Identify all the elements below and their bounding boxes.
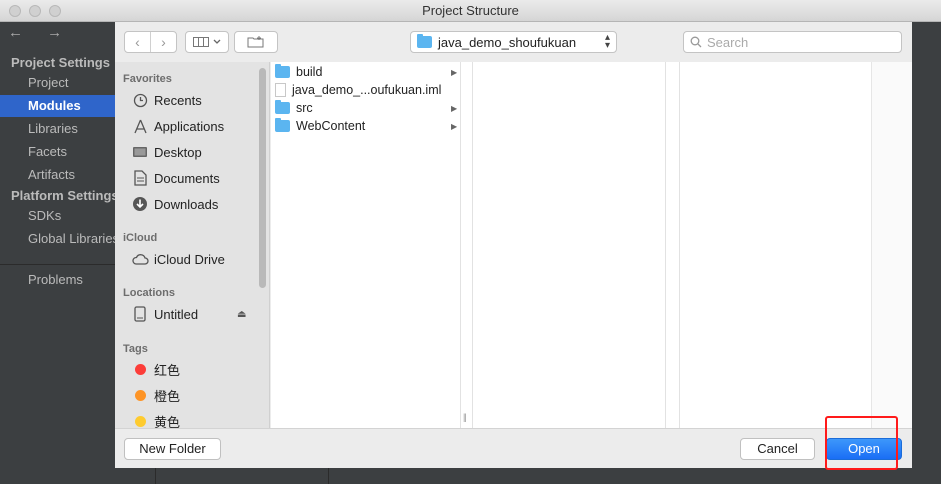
section-favorites: Favorites <box>123 73 172 85</box>
search-input[interactable] <box>707 34 887 50</box>
disk-icon <box>134 306 146 322</box>
dialog-toolbar: ‹ › java_demo_shoufukuan ▴ ▾ <box>115 22 912 62</box>
column-divider <box>472 62 473 428</box>
ide-item-problems[interactable]: Problems <box>0 269 115 291</box>
file-row-build[interactable]: build <box>275 63 322 81</box>
file-row-webcontent[interactable]: WebContent <box>275 117 365 135</box>
sidebar-item-downloads[interactable]: Downloads <box>131 193 218 215</box>
cloud-icon <box>131 254 149 265</box>
ide-item-project[interactable]: Project <box>0 72 115 94</box>
back-forward-control: ‹ › <box>124 31 177 53</box>
sidebar-item-applications[interactable]: Applications <box>131 115 224 137</box>
search-field[interactable] <box>683 31 902 53</box>
red-tag-dot-icon <box>135 363 146 375</box>
disclosure-arrow-icon: ▶ <box>451 68 458 77</box>
view-options-button[interactable] <box>185 31 229 53</box>
desktop-icon <box>133 146 147 157</box>
ide-divider <box>0 264 115 265</box>
sidebar-tag-yellow[interactable]: 黄色 <box>131 410 180 428</box>
disclosure-arrow-icon: ▶ <box>451 122 458 131</box>
section-locations: Locations <box>123 287 175 299</box>
file-row-src[interactable]: src <box>275 99 313 117</box>
updown-chevron-icon: ▴ ▾ <box>604 32 610 51</box>
applications-icon <box>133 119 147 133</box>
column-divider <box>460 62 461 428</box>
sidebar-item-desktop[interactable]: Desktop <box>131 141 202 163</box>
chevron-down-icon <box>213 39 221 44</box>
ide-background-bottom <box>115 468 912 484</box>
open-button-highlight-box <box>825 416 898 470</box>
ide-section-project-settings: Project Settings <box>11 55 110 70</box>
ide-nav-arrows[interactable]: ← → <box>8 24 72 41</box>
column-browser: build ▶ java_demo_...oufukuan.iml src ▶ … <box>271 62 912 428</box>
column-divider <box>665 62 666 428</box>
yellow-tag-dot-icon <box>135 415 146 427</box>
downloads-icon <box>133 197 147 211</box>
ide-item-facets[interactable]: Facets <box>0 141 115 163</box>
file-row-iml[interactable]: java_demo_...oufukuan.iml <box>275 81 441 99</box>
section-tags: Tags <box>123 343 148 355</box>
column-scroll-area <box>871 62 912 428</box>
new-folder-icon <box>247 36 264 48</box>
disclosure-arrow-icon: ▶ <box>451 104 458 113</box>
folder-icon <box>275 64 290 78</box>
new-folder-button[interactable]: New Folder <box>124 438 221 460</box>
sidebar-item-icloud-drive[interactable]: iCloud Drive <box>131 248 225 270</box>
current-folder-popup[interactable]: java_demo_shoufukuan ▴ ▾ <box>410 31 617 53</box>
ide-item-sdks[interactable]: SDKs <box>0 205 115 227</box>
window-titlebar: Project Structure <box>0 0 941 22</box>
current-folder-label: java_demo_shoufukuan <box>438 34 577 50</box>
sidebar-tag-orange[interactable]: 橙色 <box>131 384 180 406</box>
column-view-icon <box>193 37 209 47</box>
documents-icon <box>133 170 147 186</box>
folder-icon <box>417 34 432 48</box>
ide-item-modules[interactable]: Modules <box>0 95 115 117</box>
search-icon <box>690 36 702 48</box>
folder-icon <box>275 118 290 132</box>
dialog-bottom-bar: New Folder Cancel Open <box>115 428 912 468</box>
ide-project-structure-sidebar: ← → Project Settings Project Modules Lib… <box>0 22 115 484</box>
sidebar-tag-red[interactable]: 红色 <box>131 358 180 380</box>
ide-item-libraries[interactable]: Libraries <box>0 118 115 140</box>
file-icon <box>275 83 286 97</box>
open-file-dialog: ‹ › java_demo_shoufukuan ▴▾ Favorites Re… <box>115 22 912 468</box>
ide-item-global-libraries[interactable]: Global Libraries <box>0 228 115 250</box>
eject-icon[interactable]: ⏏ <box>237 309 246 320</box>
folder-icon <box>275 100 290 114</box>
sidebar-item-untitled[interactable]: Untitled <box>131 303 198 325</box>
cancel-button[interactable]: Cancel <box>740 438 815 460</box>
column-resize-handle[interactable]: || <box>463 412 467 422</box>
new-folder-toolbar-button[interactable] <box>234 31 278 53</box>
ide-background-right <box>912 22 941 484</box>
finder-sidebar: Favorites Recents Applications Desktop D… <box>115 62 270 428</box>
column-divider <box>679 62 680 428</box>
chevron-right-icon[interactable]: › <box>150 32 176 52</box>
sidebar-item-recents[interactable]: Recents <box>131 89 202 111</box>
window-title: Project Structure <box>422 3 519 18</box>
ide-section-platform-settings: Platform Settings <box>11 188 115 203</box>
orange-tag-dot-icon <box>135 389 146 401</box>
chevron-left-icon[interactable]: ‹ <box>125 32 150 52</box>
ide-item-artifacts[interactable]: Artifacts <box>0 164 115 186</box>
section-icloud: iCloud <box>123 232 158 244</box>
clock-icon <box>133 93 147 107</box>
sidebar-item-documents[interactable]: Documents <box>131 167 220 189</box>
sidebar-scrollbar[interactable] <box>259 68 266 288</box>
